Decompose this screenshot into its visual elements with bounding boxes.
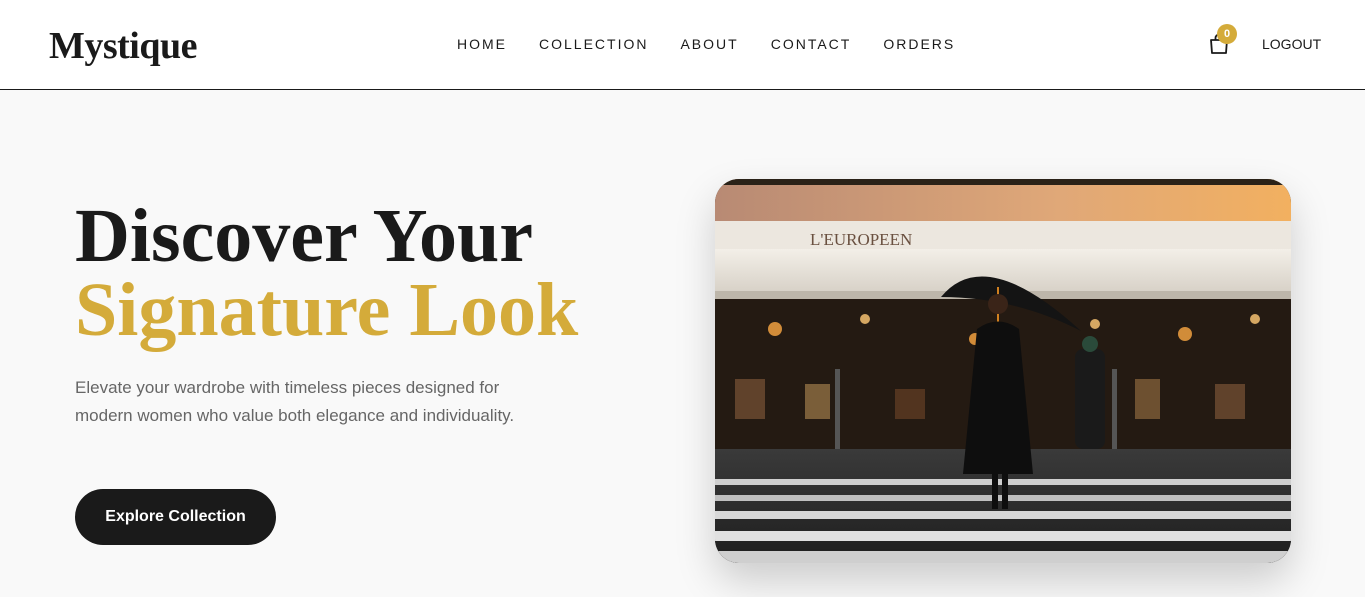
navbar: Mystique HOME COLLECTION ABOUT CONTACT O… (0, 0, 1365, 90)
nav-link-home[interactable]: HOME (457, 36, 507, 52)
explore-collection-button[interactable]: Explore Collection (75, 489, 276, 545)
hero-title-line1: Discover Your (75, 194, 534, 278)
main-nav: HOME COLLECTION ABOUT CONTACT ORDERS (457, 36, 955, 52)
storefront-sign: L'EUROPEEN (810, 230, 912, 249)
logo[interactable]: Mystique (49, 24, 198, 68)
nav-link-contact[interactable]: CONTACT (771, 36, 852, 52)
hero-image: L'EUROPEEN (715, 179, 1291, 563)
nav-link-orders[interactable]: ORDERS (883, 36, 955, 52)
hero-description: Elevate your wardrobe with timeless piec… (75, 378, 515, 425)
nav-link-collection[interactable]: COLLECTION (539, 36, 648, 52)
hero-title-line2: Signature Look (75, 268, 579, 352)
nav-link-about[interactable]: ABOUT (680, 36, 738, 52)
cart-count-badge: 0 (1217, 24, 1237, 44)
logout-link[interactable]: LOGOUT (1262, 36, 1321, 52)
